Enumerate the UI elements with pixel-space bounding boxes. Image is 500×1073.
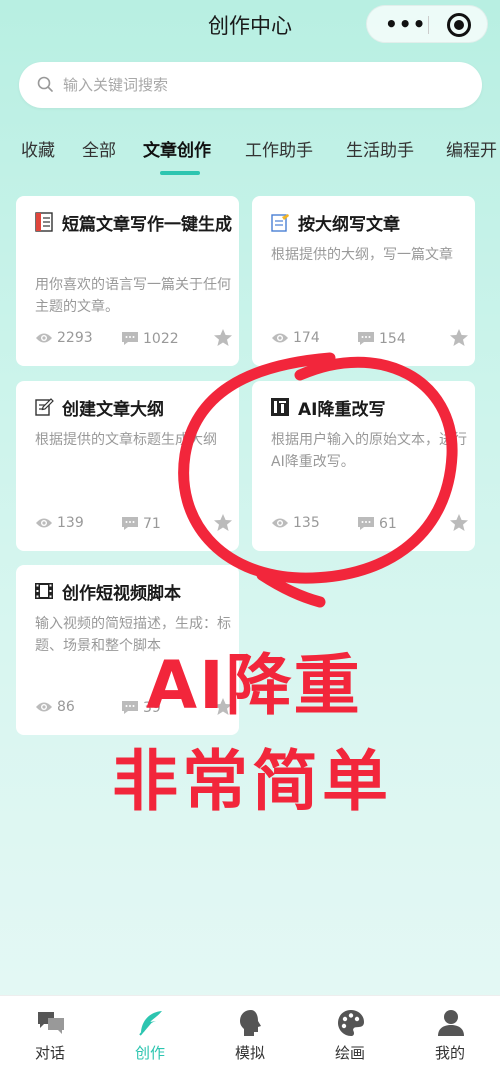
card-stats: 2293 1022 [35, 329, 232, 350]
tabbar-item-mine[interactable]: 我的 [400, 996, 500, 1073]
star-icon[interactable] [449, 328, 469, 348]
card-ai-rewrite[interactable]: AI降重改写 根据用户输入的原始文本，进行AI降重改写。 135 61 [252, 381, 475, 551]
view-count: 135 [271, 515, 320, 531]
card-create-outline[interactable]: 创建文章大纲 根据提供的文章标题生成大纲 139 71 [16, 381, 239, 551]
mini-program-capsule: ••• [366, 5, 488, 43]
card-description: 用你喜欢的语言写一篇关于任何主题的文章。 [35, 277, 231, 315]
bottom-tab-bar: 对话 创作 模拟 绘画 我的 [0, 995, 500, 1073]
eye-icon [36, 333, 52, 343]
comment-icon [358, 332, 374, 345]
user-icon [438, 1010, 464, 1036]
head-profile-icon [240, 1010, 261, 1036]
search-input[interactable] [63, 71, 463, 99]
tabbar-item-chat[interactable]: 对话 [0, 996, 100, 1073]
card-description: 根据提供的大纲，写一篇文章 [271, 247, 453, 263]
capsule-divider [428, 16, 429, 34]
view-count: 2293 [35, 330, 93, 346]
tab-work-assistant[interactable]: 工作助手 [245, 136, 313, 161]
card-short-article[interactable]: 短篇文章写作一键生成 用你喜欢的语言写一篇关于任何主题的文章。 2293 102… [16, 196, 239, 366]
star-icon[interactable] [213, 513, 233, 533]
star-icon[interactable] [449, 513, 469, 533]
card-title: 短篇文章写作一键生成 [62, 215, 232, 235]
card-title: 创作短视频脚本 [62, 584, 181, 604]
comment-count: 1022 [121, 330, 179, 347]
view-count: 174 [271, 330, 320, 346]
tab-favorites[interactable]: 收藏 [21, 136, 55, 161]
card-title: 按大纲写文章 [298, 215, 400, 235]
card-stats: 174 154 [271, 329, 468, 350]
tabbar-item-simulate[interactable]: 模拟 [200, 996, 300, 1073]
close-target-icon[interactable] [447, 13, 471, 37]
header: 创作中心 ••• [0, 0, 500, 50]
film-icon [35, 583, 53, 599]
tab-indicator [160, 171, 200, 175]
card-description: 根据提供的文章标题生成大纲 [35, 432, 217, 448]
comment-icon [122, 701, 138, 714]
card-title: 创建文章大纲 [62, 400, 164, 420]
comment-icon [122, 332, 138, 345]
card-title: AI降重改写 [298, 400, 386, 420]
search-icon [37, 76, 53, 92]
category-tabs: 收藏 全部 文章创作 工作助手 生活助手 编程开 [0, 130, 500, 176]
search-bar[interactable] [19, 62, 482, 108]
eye-icon [272, 518, 288, 528]
comment-count: 154 [357, 330, 406, 347]
card-stats: 139 71 [35, 514, 232, 535]
seal-icon [271, 398, 289, 416]
comment-count: 61 [357, 515, 397, 532]
tabbar-item-create[interactable]: 创作 [100, 996, 200, 1073]
tab-all[interactable]: 全部 [82, 136, 116, 161]
comment-count: 71 [121, 515, 161, 532]
card-outline-article[interactable]: 按大纲写文章 根据提供的大纲，写一篇文章 174 154 [252, 196, 475, 366]
eye-icon [36, 702, 52, 712]
card-description: 根据用户输入的原始文本，进行AI降重改写。 [271, 432, 467, 470]
feather-icon [139, 1011, 162, 1036]
tabbar-item-paint[interactable]: 绘画 [300, 996, 400, 1073]
view-count: 139 [35, 515, 84, 531]
palette-icon [338, 1010, 364, 1036]
overlay-subheadline: 非常简单 [112, 743, 392, 820]
view-count: 86 [35, 699, 75, 715]
tab-article-creation[interactable]: 文章创作 [143, 136, 211, 161]
chat-bubbles-icon [38, 1012, 64, 1034]
notebook-icon [35, 212, 53, 232]
tab-programming[interactable]: 编程开 [446, 136, 497, 161]
eye-icon [36, 518, 52, 528]
comment-icon [358, 517, 374, 530]
eye-icon [272, 333, 288, 343]
tab-life-assistant[interactable]: 生活助手 [346, 136, 414, 161]
overlay-headline: AI降重 [146, 647, 362, 724]
card-stats: 135 61 [271, 514, 468, 535]
pencil-paper-icon [271, 214, 289, 232]
more-icon[interactable]: ••• [385, 14, 426, 34]
comment-icon [122, 517, 138, 530]
star-icon[interactable] [213, 328, 233, 348]
edit-note-icon [35, 398, 54, 416]
